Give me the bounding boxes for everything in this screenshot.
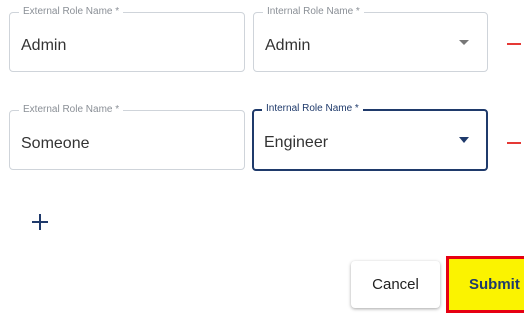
chevron-down-icon[interactable]	[459, 40, 469, 45]
internal-role-name-label: Internal Role Name *	[263, 6, 364, 18]
add-mapping-icon[interactable]	[30, 212, 50, 232]
submit-button[interactable]: Submit	[446, 256, 524, 313]
internal-role-name-value: Admin	[265, 37, 311, 54]
internal-role-name-select-2[interactable]: Internal Role Name * Engineer	[252, 103, 488, 171]
internal-role-name-select-1[interactable]: Internal Role Name * Admin	[253, 6, 488, 72]
external-role-name-field-2[interactable]: External Role Name * Someone	[9, 104, 245, 170]
internal-role-name-value: Engineer	[264, 134, 329, 151]
chevron-down-icon[interactable]	[459, 137, 469, 143]
external-role-name-label: External Role Name *	[19, 104, 124, 116]
remove-mapping-1-icon[interactable]	[507, 43, 521, 45]
external-role-name-value: Someone	[21, 135, 90, 152]
internal-role-name-label: Internal Role Name *	[262, 103, 363, 115]
external-role-name-value: Admin	[21, 37, 67, 54]
cancel-button[interactable]: Cancel	[351, 261, 440, 308]
remove-mapping-2-icon[interactable]	[507, 142, 521, 144]
external-role-name-label: External Role Name *	[19, 6, 124, 18]
external-role-name-field-1[interactable]: External Role Name * Admin	[9, 6, 245, 72]
